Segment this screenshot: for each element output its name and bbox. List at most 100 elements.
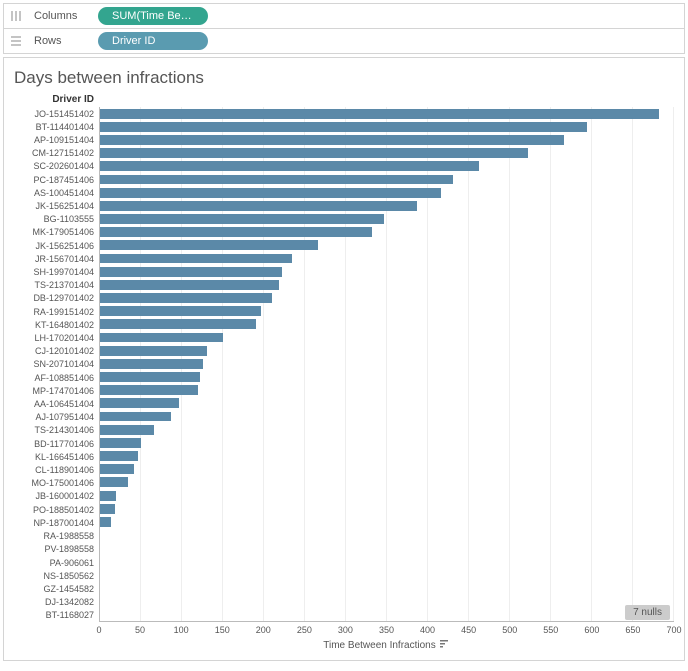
x-tick-label: 100 bbox=[174, 625, 189, 635]
bar-row[interactable] bbox=[100, 226, 674, 239]
bar-row[interactable] bbox=[100, 107, 674, 120]
bar[interactable] bbox=[100, 359, 203, 369]
bar[interactable] bbox=[100, 240, 318, 250]
bar-row[interactable] bbox=[100, 265, 674, 278]
bar[interactable] bbox=[100, 477, 128, 487]
columns-pill[interactable]: SUM(Time Between I.. bbox=[98, 7, 208, 25]
bar-row[interactable] bbox=[100, 502, 674, 515]
bar[interactable] bbox=[100, 175, 453, 185]
bar[interactable] bbox=[100, 148, 528, 158]
bar-row[interactable] bbox=[100, 449, 674, 462]
bar[interactable] bbox=[100, 227, 372, 237]
bar-row[interactable] bbox=[100, 120, 674, 133]
bar-row[interactable] bbox=[100, 555, 674, 568]
bar[interactable] bbox=[100, 293, 272, 303]
bar[interactable] bbox=[100, 214, 384, 224]
bar[interactable] bbox=[100, 491, 116, 501]
x-tick-label: 50 bbox=[135, 625, 145, 635]
bar-row[interactable] bbox=[100, 436, 674, 449]
bar[interactable] bbox=[100, 346, 207, 356]
bar[interactable] bbox=[100, 319, 256, 329]
y-tick-label: AP-109151404 bbox=[14, 133, 99, 146]
bar[interactable] bbox=[100, 425, 154, 435]
y-tick-label: LH-170201404 bbox=[14, 331, 99, 344]
y-tick-label: AF-108851406 bbox=[14, 371, 99, 384]
bar[interactable] bbox=[100, 412, 171, 422]
y-tick-label: BT-1168027 bbox=[14, 609, 99, 622]
nulls-indicator[interactable]: 7 nulls bbox=[625, 605, 670, 620]
bar-row[interactable] bbox=[100, 542, 674, 555]
y-tick-label: RA-1988558 bbox=[14, 530, 99, 543]
bar-row[interactable] bbox=[100, 463, 674, 476]
bar[interactable] bbox=[100, 306, 261, 316]
bar[interactable] bbox=[100, 201, 417, 211]
x-tick-label: 150 bbox=[215, 625, 230, 635]
y-tick-label: JO-151451402 bbox=[14, 107, 99, 120]
bar[interactable] bbox=[100, 280, 279, 290]
y-tick-label: PO-188501402 bbox=[14, 503, 99, 516]
bar-row[interactable] bbox=[100, 476, 674, 489]
bar[interactable] bbox=[100, 451, 138, 461]
bar-row[interactable] bbox=[100, 305, 674, 318]
bar[interactable] bbox=[100, 372, 200, 382]
bar-row[interactable] bbox=[100, 160, 674, 173]
y-tick-label: JR-156701404 bbox=[14, 252, 99, 265]
y-tick-label: MO-175001406 bbox=[14, 477, 99, 490]
bar[interactable] bbox=[100, 267, 282, 277]
x-tick-label: 500 bbox=[502, 625, 517, 635]
rows-pill[interactable]: Driver ID bbox=[98, 32, 208, 50]
bar[interactable] bbox=[100, 333, 223, 343]
bar[interactable] bbox=[100, 517, 111, 527]
bar-row[interactable] bbox=[100, 278, 674, 291]
bar-row[interactable] bbox=[100, 133, 674, 146]
y-tick-label: KL-166451406 bbox=[14, 450, 99, 463]
bars-area[interactable] bbox=[99, 107, 674, 622]
sort-descending-icon bbox=[440, 639, 450, 651]
bar-row[interactable] bbox=[100, 291, 674, 304]
bar-row[interactable] bbox=[100, 581, 674, 594]
bar[interactable] bbox=[100, 504, 115, 514]
bar-row[interactable] bbox=[100, 212, 674, 225]
bar-row[interactable] bbox=[100, 370, 674, 383]
y-tick-label: SC-202601404 bbox=[14, 160, 99, 173]
bar-row[interactable] bbox=[100, 147, 674, 160]
rows-shelf[interactable]: Rows Driver ID bbox=[4, 29, 684, 53]
y-tick-label: NP-187001404 bbox=[14, 516, 99, 529]
bar-row[interactable] bbox=[100, 608, 674, 621]
bar-row[interactable] bbox=[100, 529, 674, 542]
bar-row[interactable] bbox=[100, 423, 674, 436]
bar-row[interactable] bbox=[100, 568, 674, 581]
bar[interactable] bbox=[100, 122, 587, 132]
bar-row[interactable] bbox=[100, 357, 674, 370]
bar[interactable] bbox=[100, 438, 141, 448]
bar[interactable] bbox=[100, 188, 441, 198]
bar-row[interactable] bbox=[100, 199, 674, 212]
x-axis-title: Time Between Infractions bbox=[99, 639, 674, 651]
bar-row[interactable] bbox=[100, 318, 674, 331]
bar-row[interactable] bbox=[100, 384, 674, 397]
columns-shelf[interactable]: Columns SUM(Time Between I.. bbox=[4, 4, 684, 29]
bar-row[interactable] bbox=[100, 397, 674, 410]
bar[interactable] bbox=[100, 135, 564, 145]
rows-icon bbox=[10, 34, 24, 48]
bar[interactable] bbox=[100, 161, 479, 171]
bar-row[interactable] bbox=[100, 173, 674, 186]
bar-row[interactable] bbox=[100, 344, 674, 357]
bar[interactable] bbox=[100, 254, 292, 264]
columns-label: Columns bbox=[34, 10, 88, 22]
bar-row[interactable] bbox=[100, 239, 674, 252]
bar-row[interactable] bbox=[100, 594, 674, 607]
bar-row[interactable] bbox=[100, 331, 674, 344]
bar[interactable] bbox=[100, 464, 134, 474]
bar-row[interactable] bbox=[100, 252, 674, 265]
bar-row[interactable] bbox=[100, 186, 674, 199]
bar-row[interactable] bbox=[100, 489, 674, 502]
bar[interactable] bbox=[100, 109, 659, 119]
y-tick-label: CJ-120101402 bbox=[14, 345, 99, 358]
bar-row[interactable] bbox=[100, 515, 674, 528]
bar[interactable] bbox=[100, 385, 198, 395]
columns-icon bbox=[10, 9, 24, 23]
y-tick-label: PV-1898558 bbox=[14, 543, 99, 556]
bar-row[interactable] bbox=[100, 410, 674, 423]
bar[interactable] bbox=[100, 398, 179, 408]
